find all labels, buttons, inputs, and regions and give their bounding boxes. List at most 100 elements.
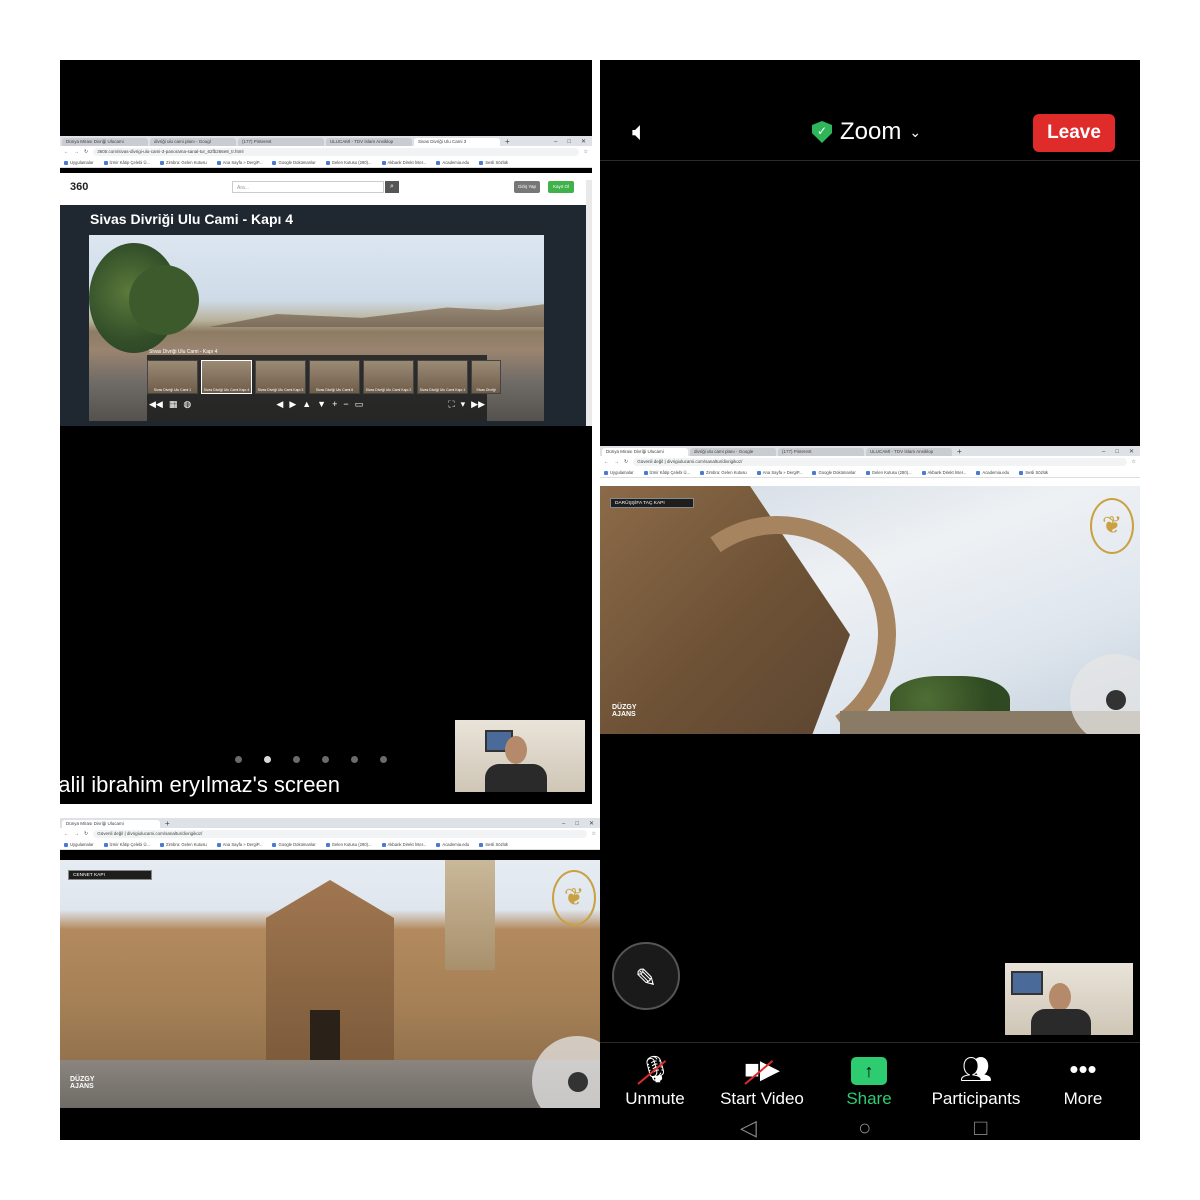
bookmark-item[interactable]: Uygulamalar [64, 842, 94, 847]
panorama-viewer[interactable]: Sivas Divriği Ulu Cami - Kapı 4 Sivas Di… [89, 235, 544, 421]
browser-tab-active[interactable]: Dünya Mirası Divriği Ulucami [602, 448, 688, 456]
system-home-icon[interactable]: ○ [858, 1115, 871, 1140]
address-bar[interactable]: Güvenli değil | divrigiulucami.com/sanal… [93, 830, 587, 838]
back-icon[interactable]: ← [64, 831, 69, 837]
browser-tab[interactable]: divriği ulu cami planı - Google [690, 448, 776, 456]
scene-thumbnail[interactable]: Sivas Divriği Ulu Cami Kapı 2 [363, 360, 414, 394]
arrow-left-icon[interactable]: ◀ [276, 399, 283, 410]
page-dot[interactable] [380, 756, 387, 763]
pencil-icon[interactable]: ✎ [612, 942, 680, 1010]
bookmark-item[interactable]: İzmir Kâtip Çelebi Ü... [643, 470, 690, 475]
forward-icon[interactable]: → [74, 831, 79, 837]
bookmark-item[interactable]: Academia.edu [436, 842, 469, 847]
search-icon[interactable]: ⌕ [385, 181, 399, 193]
panorama-viewer[interactable]: CENNET KAPI ❦ DÜZGY AJANS [60, 860, 600, 1108]
browser-tab[interactable]: (177) Pinterest [778, 448, 864, 456]
speaker-icon[interactable]: 🔈︎ [632, 116, 648, 148]
bookmark-item[interactable]: Academia.edu [976, 470, 1009, 475]
globe-icon[interactable]: ◍ [183, 399, 191, 410]
navigation-wheel[interactable] [1070, 654, 1140, 734]
leave-button[interactable]: Leave [1033, 114, 1115, 152]
shared-screen-view[interactable]: Dünya Mirası Divriği Ulucami divriği ulu… [600, 446, 1140, 734]
reload-icon[interactable]: ↻ [84, 149, 88, 155]
browser-tab[interactable]: divriği ulu cami planı - Googl [150, 138, 236, 146]
reload-icon[interactable]: ↻ [624, 459, 628, 465]
new-tab-icon[interactable]: + [502, 138, 513, 146]
minimize-icon[interactable]: – [554, 138, 557, 146]
new-tab-icon[interactable]: + [954, 448, 965, 456]
bookmark-item[interactable]: Ana Sayfa » DergiP... [216, 160, 262, 165]
back-icon[interactable]: ← [64, 149, 69, 155]
page-dot[interactable] [351, 756, 358, 763]
site-search-input[interactable]: Ara... [232, 181, 384, 193]
zoom-in-icon[interactable]: + [332, 399, 337, 409]
share-button[interactable]: ↑ Share [819, 1049, 919, 1109]
bookmark-item[interactable]: Akbank Direkt İnter... [381, 160, 426, 165]
bookmark-item[interactable]: Sesli Sözlük [479, 842, 508, 847]
menu-icon[interactable]: ▾ [461, 399, 466, 410]
navigation-knob-icon[interactable] [568, 1072, 588, 1092]
forward-icon[interactable]: ▶▶ [471, 399, 485, 410]
more-button[interactable]: ••• More [1033, 1049, 1133, 1109]
bookmark-item[interactable]: Akbank Direkt İnter... [921, 470, 966, 475]
navigation-wheel[interactable] [532, 1036, 600, 1108]
site-logo[interactable]: 360 [70, 181, 88, 193]
close-icon[interactable]: ✕ [581, 138, 586, 146]
forward-icon[interactable]: → [74, 149, 79, 155]
page-dot[interactable] [293, 756, 300, 763]
scene-thumbnail[interactable]: Sivas Divriği [471, 360, 501, 394]
bookmark-item[interactable]: Zimbra: Gelen Kutusu [160, 842, 207, 847]
star-icon[interactable]: ☆ [1132, 459, 1136, 465]
browser-tab[interactable]: (177) Pinterest [238, 138, 324, 146]
bookmark-item[interactable]: İzmir Kâtip Çelebi Ü... [103, 160, 150, 165]
scene-thumbnail[interactable]: Sivas Divriği Ulu Cami 6 [309, 360, 360, 394]
reload-icon[interactable]: ↻ [84, 831, 88, 837]
bookmark-item[interactable]: Uygulamalar [604, 470, 634, 475]
bookmark-item[interactable]: Sesli Sözlük [1019, 470, 1048, 475]
bookmark-item[interactable]: Gelen Kutusu (280)... [865, 470, 912, 475]
bookmark-item[interactable]: Gelen Kutusu (280)... [325, 842, 372, 847]
panorama-viewer[interactable]: DARÜŞŞİFA TAÇ KAPI ❦ DÜZGY AJANS [600, 486, 1140, 734]
bookmark-item[interactable]: Google Dokümanlar [272, 160, 316, 165]
fullscreen-icon[interactable]: ⛶ [448, 399, 454, 410]
system-recents-icon[interactable]: □ [974, 1115, 987, 1140]
minimize-icon[interactable]: – [562, 820, 565, 828]
navigation-knob-icon[interactable] [1106, 690, 1126, 710]
address-bar[interactable]: 360tr.com/sivas-divrigi-ulu-cami-3-panor… [93, 148, 579, 156]
address-bar[interactable]: Güvenli değil | divrigiulucami.com/sanal… [633, 458, 1127, 466]
scene-thumbnail[interactable]: Sivas Divriği Ulu Cami Kapı 1 [417, 360, 468, 394]
bookmark-item[interactable]: Gelen Kutusu (280)... [325, 160, 372, 165]
scene-dropdown[interactable]: CENNET KAPI [68, 870, 152, 880]
bookmark-item[interactable]: Akbank Direkt İnter... [381, 842, 426, 847]
bookmark-item[interactable]: Zimbra: Gelen Kutusu [160, 160, 207, 165]
register-button[interactable]: Kayıt Ol [548, 181, 574, 193]
arrow-right-icon[interactable]: ▶ [289, 399, 296, 410]
system-back-icon[interactable]: ◁ [740, 1115, 757, 1140]
close-icon[interactable]: ✕ [589, 820, 594, 828]
browser-tab-active[interactable]: Sivas Divriği Ulu Cami 3 [414, 138, 500, 146]
grid-icon[interactable]: ▦ [169, 399, 178, 410]
bookmark-item[interactable]: Ana Sayfa » DergiP... [216, 842, 262, 847]
browser-tab-active[interactable]: Dünya Mirası Divriği Ulucami [62, 820, 160, 828]
bookmark-item[interactable]: Zimbra: Gelen Kutusu [700, 470, 747, 475]
zoom-out-icon[interactable]: − [343, 399, 348, 409]
arrow-up-icon[interactable]: ▲ [302, 399, 311, 409]
bookmark-item[interactable]: Sesli Sözlük [479, 160, 508, 165]
maximize-icon[interactable]: □ [1115, 448, 1119, 456]
back-icon[interactable]: ← [604, 459, 609, 465]
bookmark-item[interactable]: Ana Sayfa » DergiP... [756, 470, 802, 475]
scene-thumbnail-selected[interactable]: Sivas Divriği Ulu Cami Kapı 4 [201, 360, 252, 394]
login-button[interactable]: Giriş Yap [514, 181, 540, 193]
participant-video-thumbnail[interactable] [455, 720, 585, 792]
rewind-icon[interactable]: ◀◀ [149, 399, 163, 410]
unmute-button[interactable]: 🎙︎ Unmute [605, 1049, 705, 1109]
bookmark-item[interactable]: Google Dokümanlar [812, 470, 856, 475]
maximize-icon[interactable]: □ [567, 138, 571, 146]
participant-video-thumbnail[interactable] [1005, 963, 1133, 1035]
start-video-button[interactable]: ■▶ Start Video [712, 1049, 812, 1109]
close-icon[interactable]: ✕ [1129, 448, 1134, 456]
browser-tab[interactable]: ULUCAMİ - TDV İslam Ansiklop [326, 138, 412, 146]
star-icon[interactable]: ☆ [584, 149, 588, 155]
bookmark-item[interactable]: Academia.edu [436, 160, 469, 165]
bookmark-item[interactable]: İzmir Kâtip Çelebi Ü... [103, 842, 150, 847]
